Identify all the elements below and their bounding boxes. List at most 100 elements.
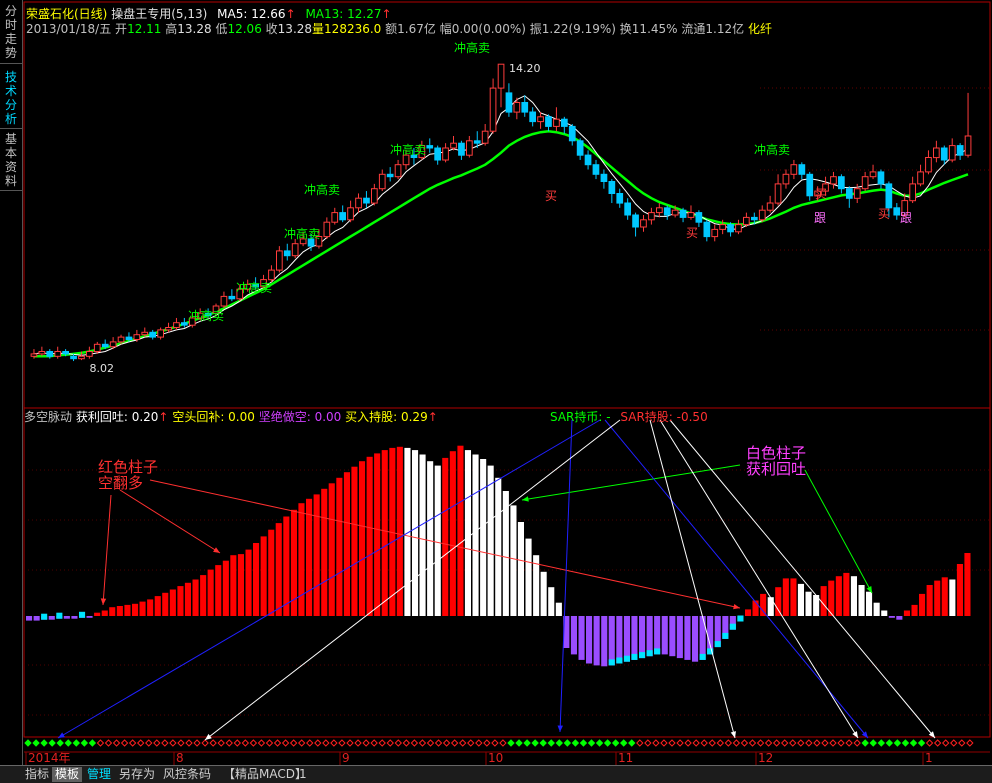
sar-marker (805, 739, 813, 747)
sar-marker (88, 739, 97, 747)
candle (648, 207, 655, 225)
signal-sell: 冲高卖 (304, 182, 340, 197)
candle (426, 138, 434, 153)
sar-marker (306, 739, 314, 747)
candle (758, 205, 766, 223)
sar-marker (289, 739, 298, 747)
candle-body (735, 224, 742, 233)
sar-marker (362, 739, 370, 747)
candle (497, 63, 505, 108)
low-value: 12.06 (227, 22, 262, 36)
volume-value: 128236.0 (324, 22, 382, 36)
annotation-white-bars: 白色柱子 获利回吐 (746, 445, 806, 477)
histogram-bar (782, 578, 789, 616)
candle (220, 291, 228, 309)
sar-marker (491, 739, 499, 747)
candle-body (283, 250, 291, 257)
candle (331, 207, 339, 225)
candle-body (648, 212, 655, 221)
tab-template[interactable]: 模板 (52, 767, 83, 782)
candle-body (711, 228, 719, 238)
candle-body (473, 140, 481, 144)
histogram-bar-tip (646, 650, 653, 657)
candle-body (331, 212, 339, 223)
histogram-bar-tip (79, 611, 86, 618)
candle-body (78, 355, 85, 360)
date-label: 2014年 (28, 751, 71, 765)
tab-save-as[interactable]: 另存为 (116, 767, 158, 782)
sar-marker (273, 739, 282, 747)
sar-marker (523, 739, 531, 747)
candle (86, 346, 93, 359)
histogram-bar (306, 498, 313, 616)
sar-marker (507, 739, 515, 747)
candle-body (743, 216, 750, 226)
sar-marker (708, 739, 716, 747)
sar-marker (128, 739, 137, 747)
candle (386, 167, 394, 182)
sar-marker (619, 739, 628, 747)
candle-body (133, 334, 141, 341)
candle-body (497, 63, 505, 89)
sar-marker (410, 739, 419, 747)
candle (663, 205, 671, 220)
date-label: 8 (176, 751, 184, 765)
histogram-bar (449, 451, 456, 616)
candle (964, 92, 972, 158)
sar-marker (394, 739, 403, 747)
histogram-bar-tip (56, 612, 63, 619)
chart-canvas[interactable]: 14.208.022014年 8 9 10 11 12 1冲高卖冲高卖冲高卖冲高卖冲高卖冲高… (0, 0, 992, 765)
candle-body (885, 183, 893, 209)
quote-date: 2013/01/18/五 (26, 22, 112, 36)
histogram-bar (941, 577, 948, 616)
candle-body (276, 250, 283, 271)
candle (38, 346, 46, 357)
sar-marker (418, 739, 427, 747)
tab-risk-barcode[interactable]: 风控条码 (160, 767, 214, 782)
arrow-shaft (102, 494, 112, 606)
candle-body (766, 202, 774, 211)
candle (933, 140, 940, 163)
candle-body (616, 193, 624, 204)
candle-body (861, 176, 869, 190)
candle-body (909, 183, 916, 202)
candle-body (38, 351, 46, 355)
arrow-head (213, 547, 220, 553)
sar-marker (297, 739, 306, 747)
candle (363, 191, 370, 208)
candle (893, 203, 901, 220)
candle-body (268, 269, 275, 281)
sar-marker (724, 739, 733, 747)
candle-body (624, 202, 631, 216)
sar-marker (748, 739, 757, 747)
histogram-bar (639, 616, 646, 659)
sar-marker (917, 739, 926, 747)
candle (735, 219, 742, 235)
tab-page-number[interactable]: 1 (296, 767, 310, 782)
tab-indicator[interactable]: 指标 (22, 767, 52, 782)
tab-manage[interactable]: 管理 (84, 767, 114, 782)
sar-marker (853, 739, 861, 747)
candle (774, 174, 782, 206)
candle-body (434, 147, 441, 161)
sar-marker (120, 739, 129, 747)
sar-marker (233, 739, 242, 747)
candle (766, 195, 774, 213)
arrow-shaft (559, 419, 573, 733)
signal-sell: 冲高卖 (390, 142, 426, 157)
histogram-bar (177, 586, 184, 616)
histogram-bar (692, 616, 699, 662)
histogram-bar (169, 589, 176, 616)
histogram-bar (623, 616, 630, 662)
candle-body (703, 221, 711, 238)
histogram-bar (336, 477, 343, 616)
arrow-shaft (119, 489, 221, 554)
histogram-bar (866, 591, 873, 616)
candle (679, 207, 687, 223)
sar-marker (209, 739, 217, 747)
candle-body (157, 329, 165, 338)
sar-marker (257, 739, 266, 747)
histogram-bar (260, 536, 267, 616)
sar-marker (571, 739, 580, 747)
candle-body (584, 154, 592, 166)
